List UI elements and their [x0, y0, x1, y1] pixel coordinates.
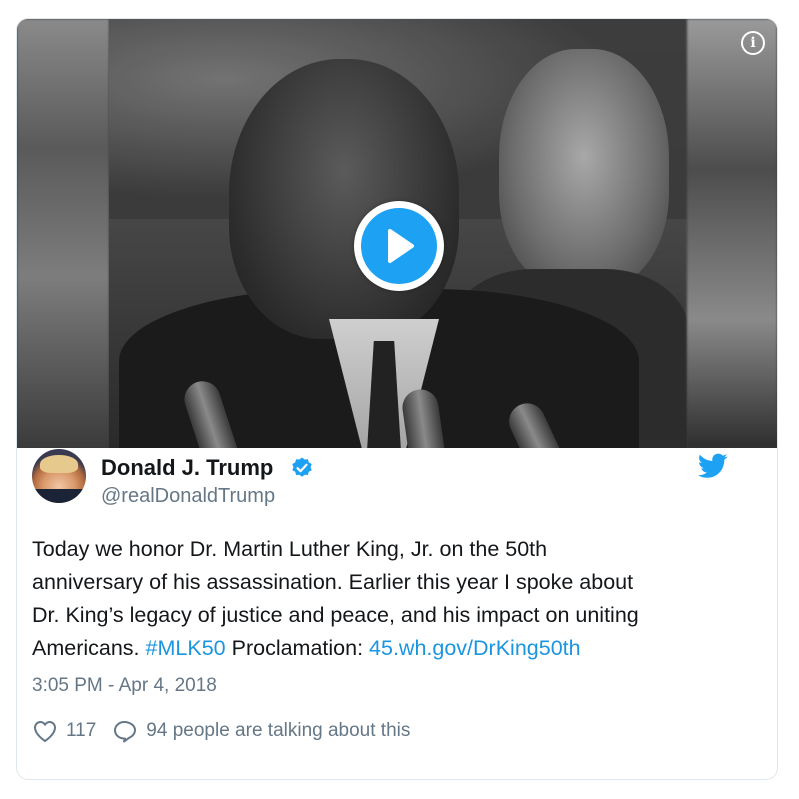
conversation-link[interactable]: 94 people are talking about this: [112, 719, 410, 743]
hashtag-link[interactable]: #MLK50: [146, 636, 226, 660]
tweet-text-line: Dr. King’s legacy of justice and peace, …: [32, 603, 639, 627]
play-button[interactable]: [354, 201, 444, 291]
twitter-bird-icon[interactable]: [698, 453, 728, 479]
heart-icon: [34, 721, 56, 742]
thumbnail-person-main: [229, 59, 459, 339]
like-button[interactable]: 117: [32, 719, 96, 743]
tweet-text: Today we honor Dr. Martin Luther King, J…: [32, 533, 742, 665]
verified-badge-icon: [292, 457, 312, 477]
tweet-text-line: anniversary of his assassination. Earlie…: [32, 570, 634, 594]
reply-bubble-icon: [114, 721, 137, 743]
url-link[interactable]: 45.wh.gov/DrKing50th: [369, 636, 581, 660]
like-count: 117: [66, 720, 97, 741]
tweet-text-line: Today we honor Dr. Martin Luther King, J…: [32, 537, 548, 561]
author-handle[interactable]: @realDonaldTrump: [101, 485, 275, 508]
thumbnail-person-right: [499, 49, 669, 289]
conversation-text: 94 people are talking about this: [146, 720, 411, 741]
avatar-suit: [32, 489, 86, 503]
video-blur-right: [687, 19, 777, 448]
tweet-timestamp[interactable]: 3:05 PM - Apr 4, 2018: [32, 675, 217, 697]
video-blur-left: [17, 19, 109, 448]
avatar-hair: [40, 455, 78, 473]
tweet-card[interactable]: i: [16, 18, 778, 780]
tweet-text-line: Proclamation:: [231, 636, 364, 660]
avatar[interactable]: [32, 449, 86, 503]
info-icon[interactable]: i: [741, 31, 765, 55]
tweet-actions: 117 94 people are talking about this: [32, 716, 410, 746]
author-name[interactable]: Donald J. Trump: [101, 455, 273, 481]
tweet-video[interactable]: i: [17, 19, 777, 448]
play-icon: [361, 208, 437, 284]
tweet-text-line: Americans.: [32, 636, 140, 660]
